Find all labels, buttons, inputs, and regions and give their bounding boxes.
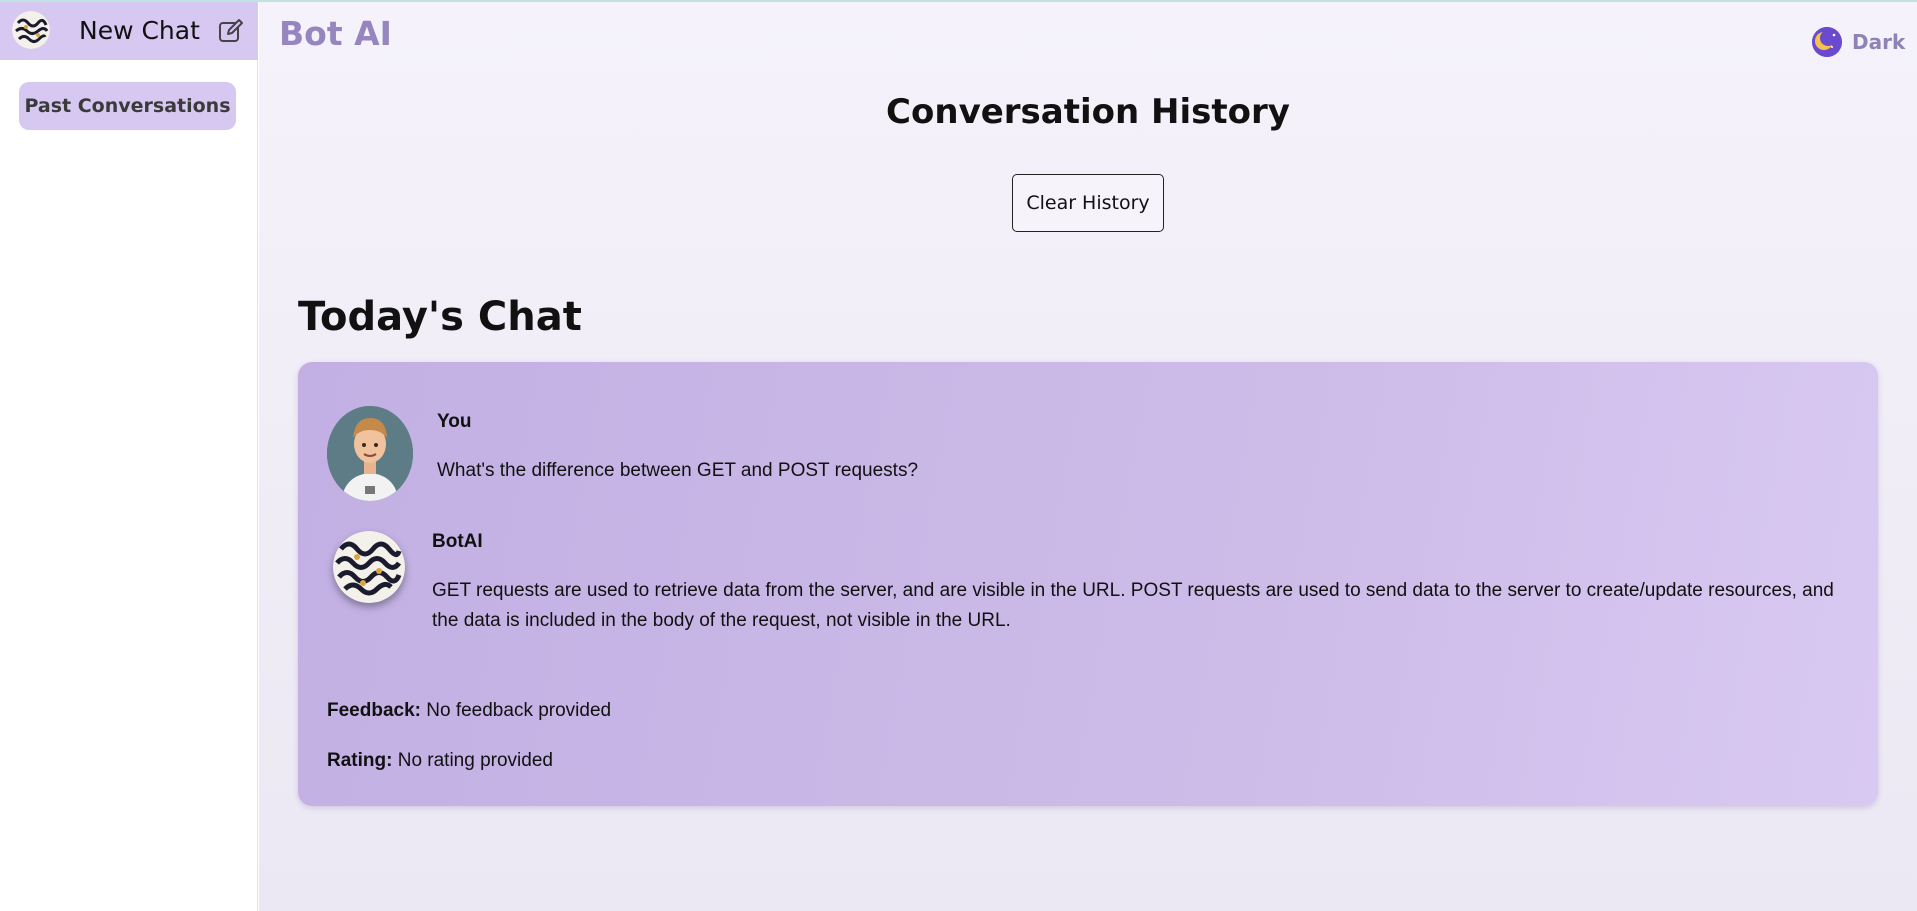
bot-name: BotAI xyxy=(432,531,483,552)
main-content: Bot AI Dark Conversation History Clear H… xyxy=(259,2,1917,911)
edit-icon[interactable] xyxy=(218,18,244,44)
bot-message: GET requests are used to retrieve data f… xyxy=(432,580,1834,631)
rating-label: Rating: xyxy=(327,750,393,771)
page-title: Conversation History xyxy=(886,92,1290,132)
brand-title: Bot AI xyxy=(279,14,392,53)
new-chat-label[interactable]: New Chat xyxy=(79,16,200,45)
new-chat-header[interactable]: New Chat xyxy=(0,2,258,60)
bot-logo-icon xyxy=(12,11,50,49)
user-message: What's the difference between GET and PO… xyxy=(437,460,919,481)
user-name: You xyxy=(437,411,472,432)
feedback-line: Feedback: No feedback provided xyxy=(327,700,611,722)
theme-label[interactable]: Dark xyxy=(1852,30,1905,54)
feedback-label: Feedback: xyxy=(327,700,421,721)
section-title: Today's Chat xyxy=(298,294,582,340)
moon-icon xyxy=(1812,27,1842,57)
sidebar: New Chat Past Conversations xyxy=(0,2,258,911)
bot-avatar xyxy=(333,531,405,603)
feedback-value: No feedback provided xyxy=(426,700,612,721)
past-conversations-button[interactable]: Past Conversations xyxy=(19,82,236,130)
rating-line: Rating: No rating provided xyxy=(327,750,553,772)
user-avatar xyxy=(327,406,413,501)
theme-toggle[interactable]: Dark xyxy=(1812,27,1905,57)
rating-value: No rating provided xyxy=(397,750,553,771)
conversation-card: You What's the difference between GET an… xyxy=(298,362,1878,806)
clear-history-button[interactable]: Clear History xyxy=(1012,174,1164,232)
